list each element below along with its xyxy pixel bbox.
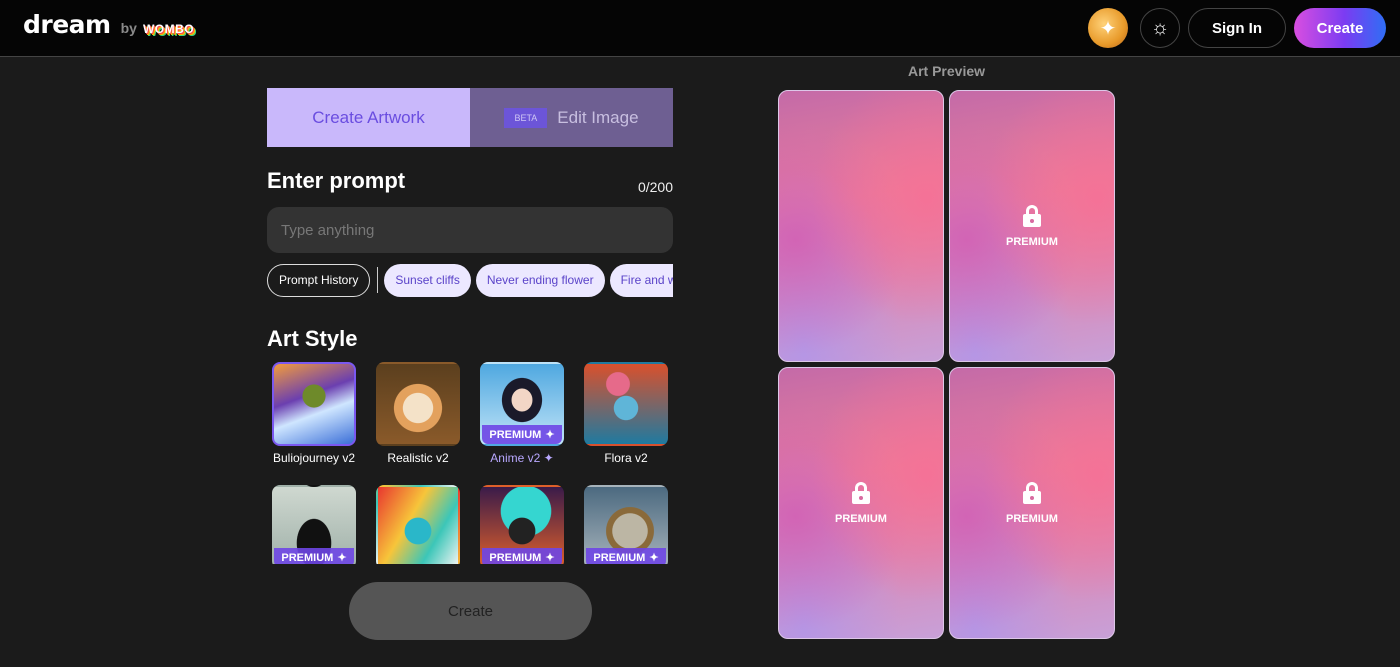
style-label: Buliojourney v2 xyxy=(272,451,356,465)
tab-label: Edit Image xyxy=(557,107,639,127)
sparkle-icon: ✦ xyxy=(649,552,659,564)
preview-card-locked[interactable]: PREMIUM xyxy=(949,367,1115,639)
art-preview-grid: PREMIUM PREMIUM PREMIUM xyxy=(778,90,1115,639)
art-preview-heading: Art Preview xyxy=(907,63,986,79)
premium-label: PREMIUM xyxy=(1006,235,1058,248)
create-button[interactable]: Create xyxy=(349,582,592,640)
style-card-anime[interactable]: PREMIUM ✦ Anime v2 ✦ xyxy=(478,362,566,465)
tab-create-artwork[interactable]: Create Artwork xyxy=(267,88,470,147)
sparkle-icon: ✦ xyxy=(543,451,554,465)
style-thumbnail xyxy=(376,362,460,446)
premium-badge-text: PREMIUM xyxy=(489,428,542,441)
logo-by: by xyxy=(120,20,137,36)
lock-icon xyxy=(1023,481,1041,504)
style-thumbnail: PREMIUM ✦ xyxy=(272,485,356,564)
logo[interactable]: dream by WOMBO xyxy=(23,10,194,39)
prompt-input[interactable] xyxy=(267,207,673,253)
style-thumbnail: PREMIUM ✦ xyxy=(584,485,668,564)
sparkle-icon: ✦ xyxy=(545,429,555,441)
style-card-8[interactable]: PREMIUM ✦ xyxy=(582,485,670,564)
sparkle-icon: ✦ xyxy=(545,552,555,564)
sun-icon: ☼ xyxy=(1150,16,1170,39)
style-card-buliojourney[interactable]: Buliojourney v2 xyxy=(270,362,358,465)
style-card-6[interactable] xyxy=(374,485,462,564)
style-card-flora[interactable]: Flora v2 xyxy=(582,362,670,465)
premium-badge: PREMIUM ✦ xyxy=(482,548,562,564)
art-style-heading: Art Style xyxy=(267,326,358,351)
sparkle-icon: ✦ xyxy=(337,552,347,564)
style-label: Realistic v2 xyxy=(387,451,449,465)
create-header-button[interactable]: Create xyxy=(1294,8,1386,48)
style-label: Flora v2 xyxy=(604,451,648,465)
prompt-chips: Prompt History Sunset cliffs Never endin… xyxy=(267,263,673,297)
char-counter: 0/200 xyxy=(637,179,673,195)
lock-icon xyxy=(852,481,870,504)
style-thumbnail xyxy=(272,362,356,446)
premium-badge-text: PREMIUM xyxy=(489,551,542,564)
premium-badge-text: PREMIUM xyxy=(281,551,334,564)
tab-edit-image[interactable]: BETA Edit Image xyxy=(470,88,673,147)
premium-badge: PREMIUM ✦ xyxy=(586,548,666,564)
premium-label: PREMIUM xyxy=(835,512,887,525)
style-thumbnail xyxy=(584,362,668,446)
style-label: Anime v2 ✦ xyxy=(490,451,553,465)
style-card-5[interactable]: PREMIUM ✦ xyxy=(270,485,358,564)
preview-card[interactable] xyxy=(778,90,944,362)
suggestion-chip[interactable]: Sunset cliffs xyxy=(384,263,471,297)
premium-label: PREMIUM xyxy=(1006,512,1058,525)
nav-actions: ✦ ☼ Sign In Create xyxy=(1088,8,1386,48)
lock-icon xyxy=(1023,204,1041,227)
art-style-grid: Buliojourney v2 Realistic v2 PREMIUM ✦ A… xyxy=(270,362,672,564)
style-card-7[interactable]: PREMIUM ✦ xyxy=(478,485,566,564)
sparkle-avatar-icon[interactable]: ✦ xyxy=(1088,8,1128,48)
preview-card-locked[interactable]: PREMIUM xyxy=(778,367,944,639)
beta-badge: BETA xyxy=(504,107,548,128)
preview-card-locked[interactable]: PREMIUM xyxy=(949,90,1115,362)
style-thumbnail xyxy=(376,485,460,564)
tab-label: Create Artwork xyxy=(312,107,425,127)
suggestion-chip[interactable]: Fire and water xyxy=(609,263,673,297)
style-card-realistic[interactable]: Realistic v2 xyxy=(374,362,462,465)
style-thumbnail: PREMIUM ✦ xyxy=(480,485,564,564)
premium-badge-text: PREMIUM xyxy=(593,551,646,564)
style-thumbnail: PREMIUM ✦ xyxy=(480,362,564,446)
logo-wordmark: dream xyxy=(23,10,111,39)
prompt-history-button[interactable]: Prompt History xyxy=(267,263,371,297)
wombo-brand: WOMBO xyxy=(142,22,195,36)
mode-tabs: Create Artwork BETA Edit Image xyxy=(267,88,673,147)
theme-toggle-button[interactable]: ☼ xyxy=(1140,8,1180,48)
suggestion-chip[interactable]: Never ending flower xyxy=(475,263,605,297)
chip-divider xyxy=(377,267,379,293)
premium-badge: PREMIUM ✦ xyxy=(482,425,562,444)
prompt-heading: Enter prompt xyxy=(267,168,406,193)
top-navbar: dream by WOMBO ✦ ☼ Sign In Create xyxy=(0,0,1400,57)
style-label-text: Anime v2 xyxy=(490,451,541,465)
sign-in-button[interactable]: Sign In xyxy=(1188,8,1286,48)
premium-badge: PREMIUM ✦ xyxy=(274,548,354,564)
